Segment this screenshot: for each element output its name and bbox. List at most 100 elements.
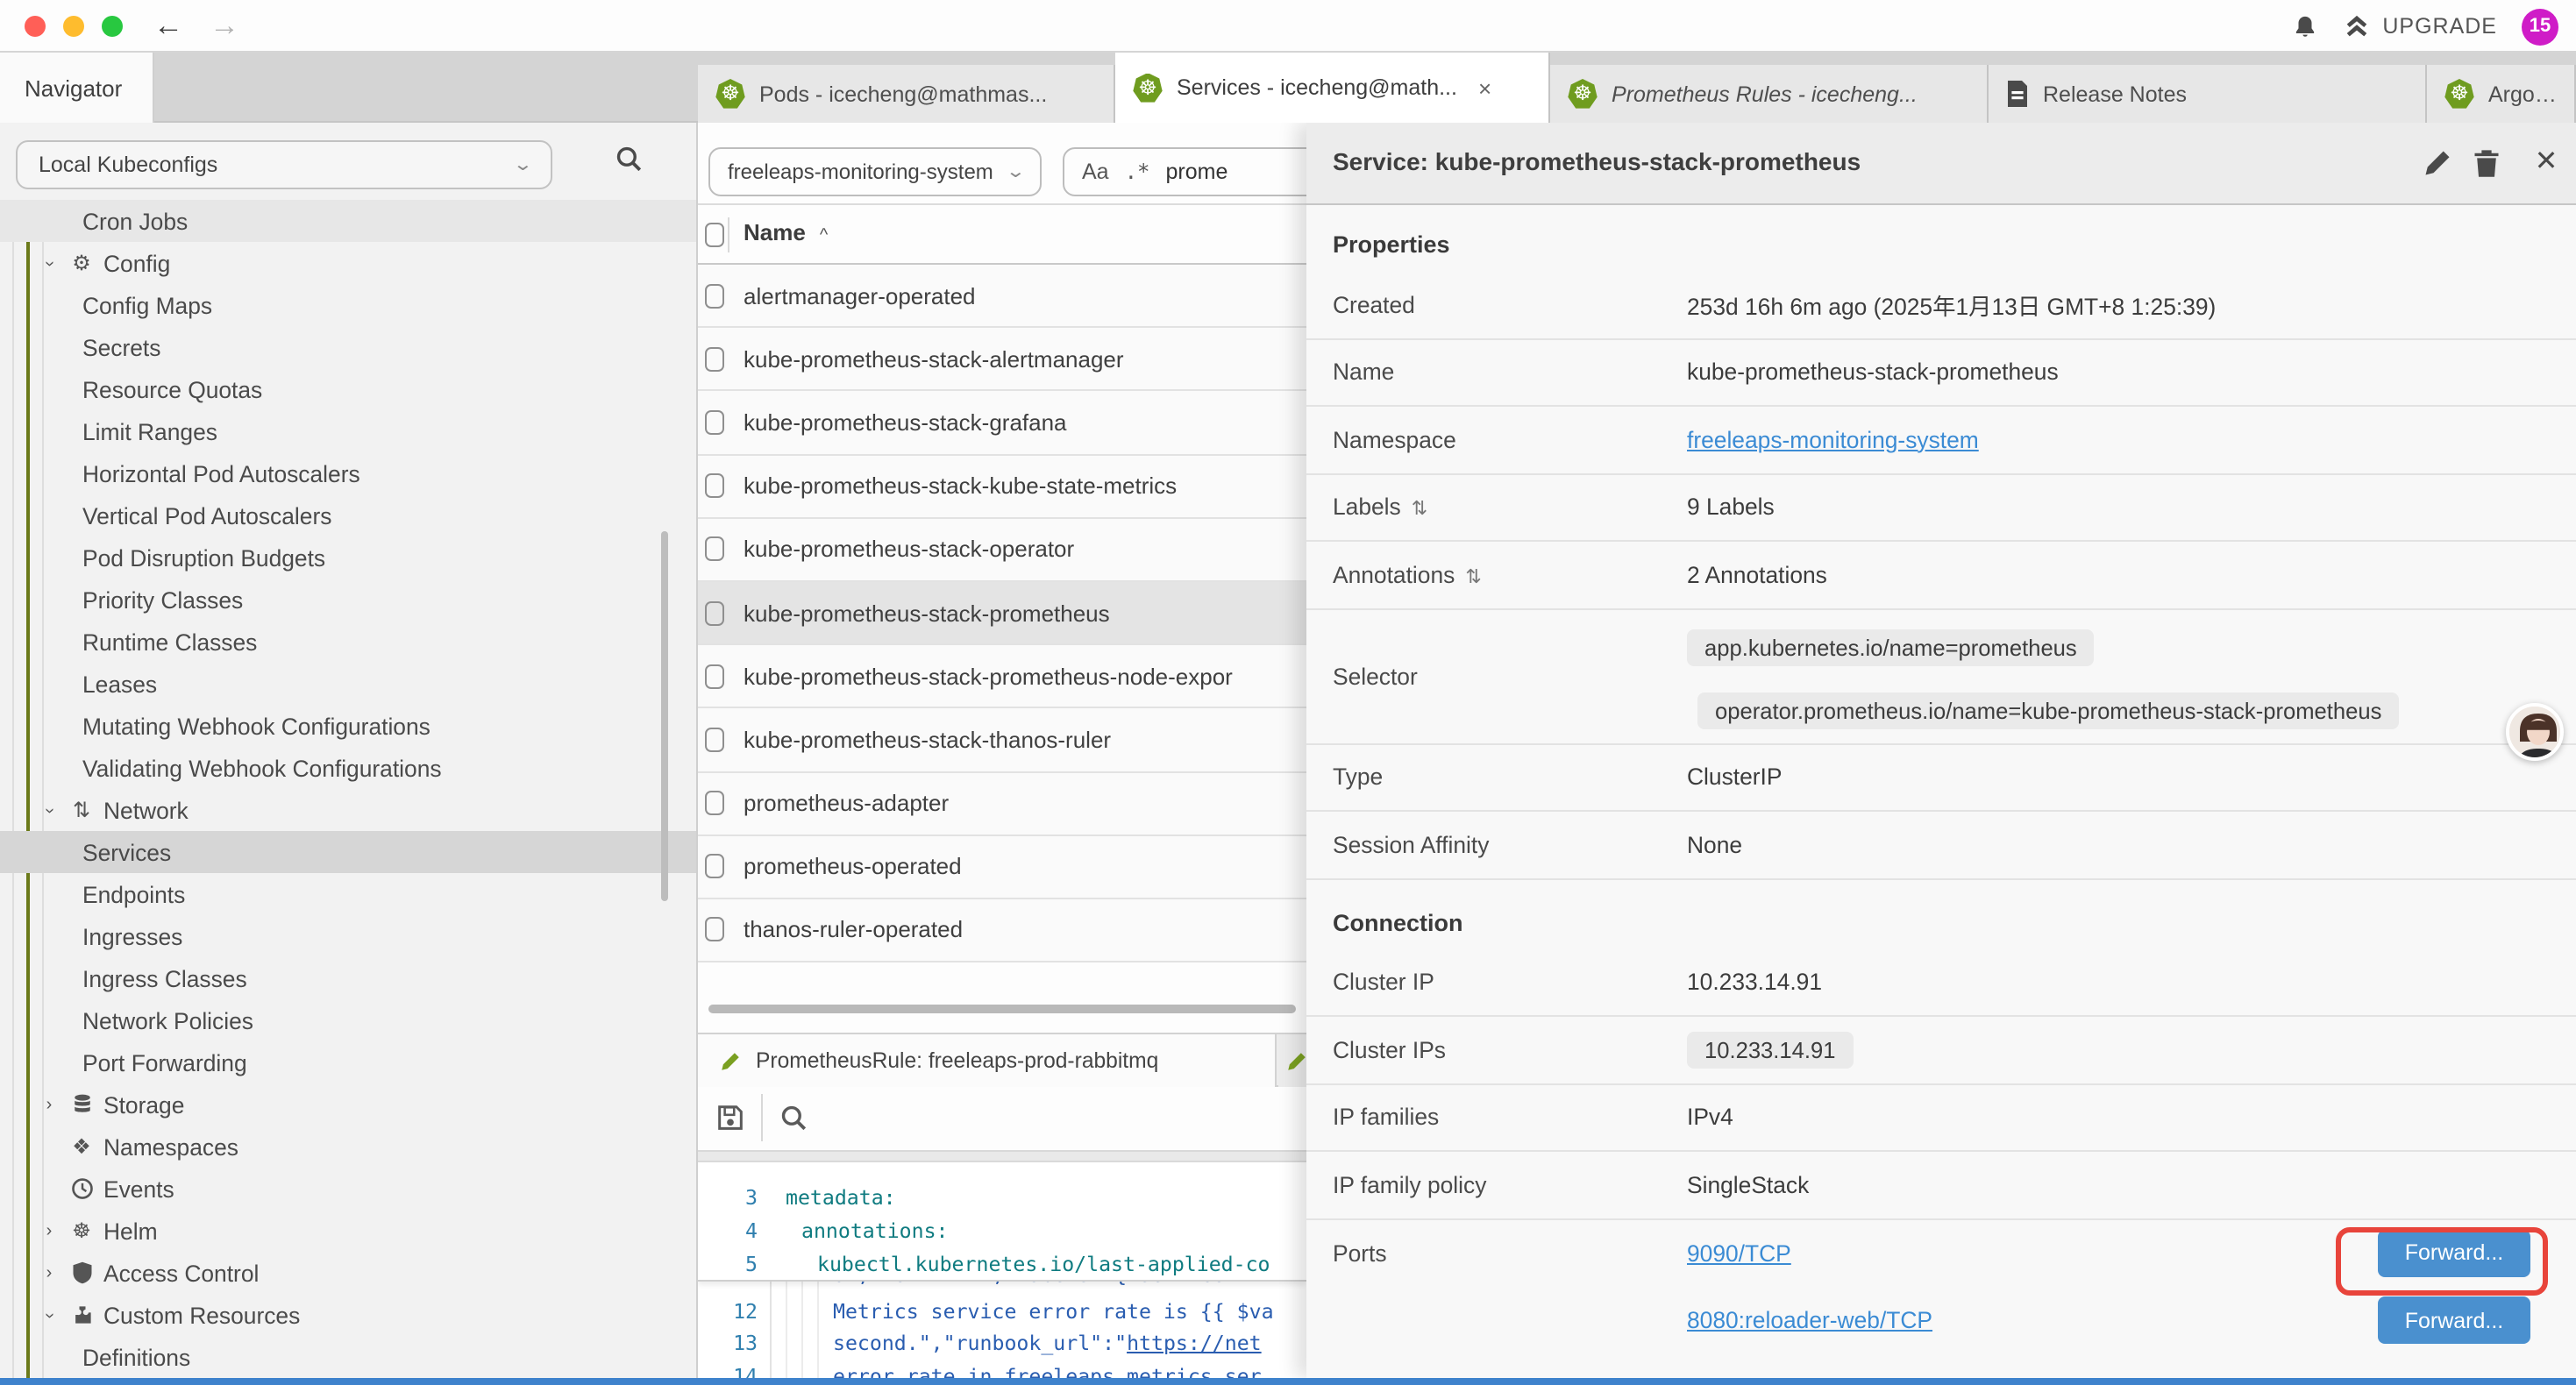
sidebar-search-icon[interactable]: [614, 144, 644, 174]
row-checkbox[interactable]: [705, 283, 724, 308]
sidebar-item-helm[interactable]: ›☸Helm: [0, 1210, 698, 1252]
sidebar-item-storage[interactable]: ›Storage: [0, 1083, 698, 1126]
upgrade-button[interactable]: UPGRADE: [2342, 13, 2497, 39]
row-checkbox[interactable]: [705, 537, 724, 562]
chevron-right-icon[interactable]: ›: [39, 1263, 60, 1282]
tab-prometheus-rules-icecheng-[interactable]: ☸Prometheus Rules - icecheng...: [1550, 65, 1989, 123]
port-link[interactable]: 9090/TCP: [1687, 1240, 1791, 1267]
sidebar-item-vertical-pod-autoscalers[interactable]: Vertical Pod Autoscalers: [0, 494, 698, 536]
table-row[interactable]: thanos-ruler-operated: [698, 899, 1306, 962]
sidebar-item-config[interactable]: ›⚙Config: [0, 242, 698, 284]
navigator-panel-tab[interactable]: Navigator: [0, 53, 154, 123]
sidebar-item-resource-quotas[interactable]: Resource Quotas: [0, 368, 698, 410]
row-checkbox[interactable]: [705, 664, 724, 688]
yaml-editor[interactable]: 110","for":"1m","labels":{"service":"f12…: [698, 1162, 1306, 1378]
delete-icon[interactable]: [2471, 147, 2502, 179]
sidebar-item-label: Limit Ranges: [82, 418, 217, 444]
close-window-button[interactable]: [25, 16, 46, 37]
chevron-down-icon[interactable]: ›: [39, 1304, 59, 1325]
sidebar-item-label: Access Control: [103, 1260, 259, 1286]
table-row[interactable]: kube-prometheus-stack-grafana: [698, 392, 1306, 455]
row-checkbox[interactable]: [705, 600, 724, 625]
sidebar-item-leases[interactable]: Leases: [0, 663, 698, 705]
table-row[interactable]: kube-prometheus-stack-prometheus-node-ex…: [698, 645, 1306, 708]
port-link[interactable]: 8080:reloader-web/TCP: [1687, 1308, 1932, 1334]
row-checkbox[interactable]: [705, 347, 724, 372]
sidebar-scrollbar[interactable]: [661, 531, 668, 901]
table-row[interactable]: kube-prometheus-stack-prometheus: [698, 582, 1306, 645]
port-forward-button[interactable]: Forward...: [2378, 1297, 2530, 1345]
sidebar-item-mutating-webhook-configurations[interactable]: Mutating Webhook Configurations: [0, 705, 698, 747]
editor-search-icon[interactable]: [779, 1103, 808, 1133]
chevron-down-icon[interactable]: ›: [39, 799, 59, 820]
sidebar-item-custom-resources[interactable]: ›Custom Resources: [0, 1294, 698, 1336]
table-row[interactable]: prometheus-adapter: [698, 772, 1306, 835]
sidebar-item-horizontal-pod-autoscalers[interactable]: Horizontal Pod Autoscalers: [0, 452, 698, 494]
kubeconfig-selector[interactable]: Local Kubeconfigs ⌄: [16, 140, 552, 189]
row-checkbox[interactable]: [705, 728, 724, 752]
port-forward-button[interactable]: Forward...: [2378, 1230, 2530, 1277]
tab-release-notes[interactable]: Release Notes: [1989, 65, 2427, 123]
table-row[interactable]: kube-prometheus-stack-kube-state-metrics: [698, 455, 1306, 518]
table-row[interactable]: prometheus-operated: [698, 835, 1306, 898]
sort-toggle-icon[interactable]: ⇅: [1465, 567, 1481, 588]
sidebar-item-namespaces[interactable]: ❖Namespaces: [0, 1126, 698, 1168]
table-row[interactable]: kube-prometheus-stack-alertmanager: [698, 328, 1306, 391]
forward-arrow-icon[interactable]: →: [203, 4, 246, 49]
sidebar-item-validating-webhook-configurations[interactable]: Validating Webhook Configurations: [0, 747, 698, 789]
chevron-right-icon[interactable]: ›: [39, 1095, 60, 1114]
sidebar-item-priority-classes[interactable]: Priority Classes: [0, 579, 698, 621]
match-case-toggle[interactable]: Aa: [1082, 160, 1109, 184]
close-tab-icon[interactable]: ×: [1478, 75, 1491, 101]
name-column-header[interactable]: Name^: [744, 219, 828, 245]
row-checkbox[interactable]: [705, 918, 724, 942]
sidebar-item-events[interactable]: Events: [0, 1168, 698, 1210]
table-row[interactable]: kube-prometheus-stack-thanos-ruler: [698, 709, 1306, 772]
next-editor-tab-partial[interactable]: [1278, 1034, 1306, 1087]
sidebar-item-services[interactable]: Services: [0, 831, 698, 873]
close-icon[interactable]: ✕: [2530, 147, 2562, 179]
sidebar-item-ingresses[interactable]: Ingresses: [0, 915, 698, 957]
sidebar-item-pod-disruption-budgets[interactable]: Pod Disruption Budgets: [0, 536, 698, 579]
row-checkbox[interactable]: [705, 410, 724, 435]
resource-search-input[interactable]: Aa .* prome: [1063, 147, 1306, 196]
regex-toggle[interactable]: .*: [1125, 160, 1150, 184]
edit-icon[interactable]: [2422, 147, 2453, 179]
sidebar-item-network[interactable]: ›⇅Network: [0, 789, 698, 831]
minimize-window-button[interactable]: [63, 16, 84, 37]
chevron-right-icon[interactable]: ›: [39, 1221, 60, 1240]
row-checkbox[interactable]: [705, 473, 724, 498]
sidebar-item-runtime-classes[interactable]: Runtime Classes: [0, 621, 698, 663]
prometheusrule-editor-tab[interactable]: PrometheusRule: freeleaps-prod-rabbitmq: [698, 1034, 1277, 1087]
property-value: SingleStack: [1687, 1172, 1809, 1198]
save-icon[interactable]: [715, 1103, 745, 1133]
sidebar-item-access-control[interactable]: › Access Control: [0, 1252, 698, 1294]
sidebar-item-network-policies[interactable]: Network Policies: [0, 999, 698, 1041]
notifications-bell-icon[interactable]: [2291, 13, 2317, 39]
table-row[interactable]: alertmanager-operated: [698, 265, 1306, 328]
sidebar-item-ingress-classes[interactable]: Ingress Classes: [0, 957, 698, 999]
tab-argo-se[interactable]: ☸Argo Se: [2427, 65, 2576, 123]
select-all-checkbox[interactable]: [705, 222, 724, 246]
sidebar-item-secrets[interactable]: Secrets: [0, 326, 698, 368]
sidebar-item-definitions[interactable]: Definitions: [0, 1336, 698, 1378]
tab-services-icecheng-math-[interactable]: ☸Services - icecheng@math...×: [1115, 53, 1550, 123]
back-arrow-icon[interactable]: ←: [147, 4, 189, 49]
table-row[interactable]: kube-prometheus-stack-operator: [698, 519, 1306, 582]
namespace-link[interactable]: freeleaps-monitoring-system: [1687, 427, 1979, 453]
notification-count-badge[interactable]: 15: [2522, 8, 2558, 45]
row-checkbox[interactable]: [705, 791, 724, 815]
row-checkbox[interactable]: [705, 855, 724, 879]
maximize-window-button[interactable]: [102, 16, 123, 37]
user-avatar[interactable]: [2506, 703, 2564, 761]
chevron-down-icon[interactable]: ›: [39, 252, 59, 273]
horizontal-scrollbar[interactable]: [708, 1005, 1296, 1013]
sort-toggle-icon[interactable]: ⇅: [1412, 500, 1427, 521]
tab-pods-icecheng-mathmas-[interactable]: ☸Pods - icecheng@mathmas...: [698, 65, 1115, 123]
namespace-filter-dropdown[interactable]: freeleaps-monitoring-system ⌄: [708, 147, 1042, 196]
sidebar-item-port-forwarding[interactable]: Port Forwarding: [0, 1041, 698, 1083]
sidebar-item-cron-jobs[interactable]: Cron Jobs: [0, 200, 698, 242]
sidebar-item-endpoints[interactable]: Endpoints: [0, 873, 698, 915]
sidebar-item-config-maps[interactable]: Config Maps: [0, 284, 698, 326]
sidebar-item-limit-ranges[interactable]: Limit Ranges: [0, 410, 698, 452]
